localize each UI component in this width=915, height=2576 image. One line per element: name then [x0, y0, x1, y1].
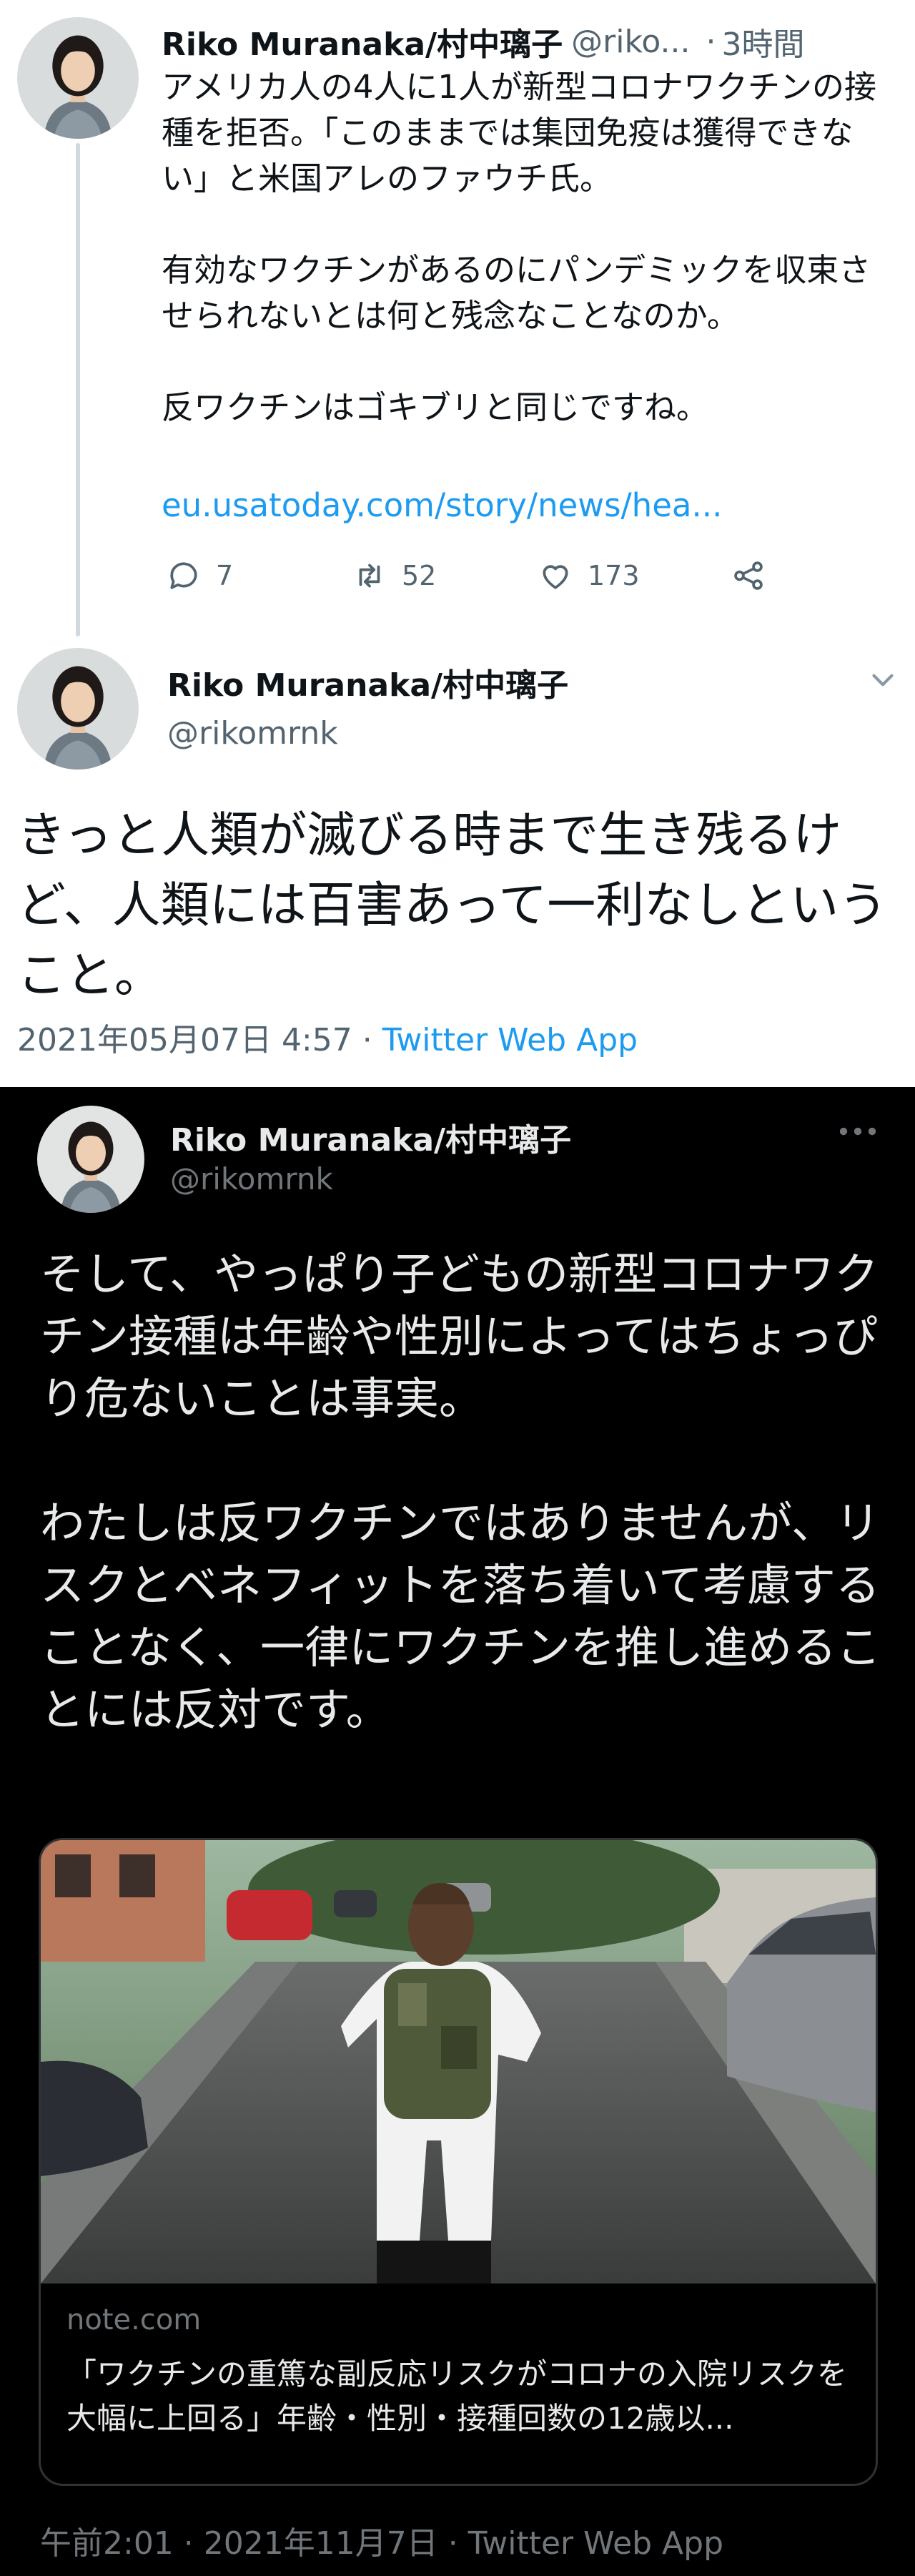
- author-name[interactable]: Riko Muranaka/村中璃子: [167, 659, 568, 705]
- chevron-down-icon[interactable]: [865, 662, 901, 698]
- tweet-meta: 2021年05月07日 4:57 · Twitter Web App: [17, 1014, 638, 1060]
- avatar-image: [17, 648, 139, 770]
- tweet-text: アメリカ人の4人に1人が新型コロナワクチンの接種を拒否。「このままでは集団免疫は…: [162, 64, 891, 431]
- link-card-title: 「ワクチンの重篤な副反応リスクがコロナの入院リスクを大幅に上回る」年齢・性別・接…: [66, 2356, 848, 2436]
- reply-button[interactable]: 7: [166, 554, 233, 597]
- avatar-image: [37, 1106, 144, 1213]
- avatar[interactable]: [17, 17, 139, 139]
- author-handle[interactable]: @rikomrnk: [170, 1161, 333, 1196]
- more-icon[interactable]: [836, 1124, 879, 1139]
- tweet-paragraph: 反ワクチンはゴキブリと同じですね。: [162, 388, 709, 426]
- link-card[interactable]: note.com 「ワクチンの重篤な副反応リスクがコロナの入院リスクを大幅に上回…: [39, 1838, 878, 2486]
- tweet-text: そして、やっぱり子どもの新型コロナワクチン接種は年齢や性別によってはちょっぴり危…: [40, 1243, 905, 1741]
- author-handle[interactable]: @rikomrnk: [167, 715, 338, 752]
- like-count: 173: [588, 560, 640, 591]
- share-icon: [734, 561, 763, 590]
- share-button[interactable]: [731, 554, 781, 597]
- retweet-count: 52: [402, 560, 437, 591]
- tweet-source-app[interactable]: Twitter Web App: [382, 1022, 638, 1058]
- author-name[interactable]: Riko Muranaka/村中璃子: [162, 19, 563, 64]
- tweet-paragraph: 有効なワクチンがあるのにパンデミックを収束させられないとは何と残念なことなのか。: [162, 251, 871, 335]
- retweet-button[interactable]: 52: [352, 554, 436, 597]
- tweet-timestamp[interactable]: 3時間: [721, 19, 804, 64]
- thread-connector-line: [76, 143, 80, 636]
- reply-icon: [170, 562, 197, 589]
- like-button[interactable]: 173: [538, 554, 640, 597]
- tweet-paragraph: アメリカ人の4人に1人が新型コロナワクチンの接種を拒否。「このままでは集団免疫は…: [162, 68, 877, 197]
- dark-tweet: Riko Muranaka/村中璃子 @rikomrnk そして、やっぱり子ども…: [0, 1087, 915, 2576]
- street-photo: [41, 1840, 876, 2284]
- reply-count: 7: [216, 560, 234, 591]
- tweet-date[interactable]: 2021年05月07日 4:57 ·: [17, 1022, 382, 1058]
- link-card-image: [41, 1840, 876, 2284]
- tweet-header: Riko Muranaka/村中璃子 @riko... · 3時間: [162, 19, 804, 64]
- avatar[interactable]: [17, 648, 139, 770]
- tweet-text: きっと人類が滅びる時まで生き残るけど、人類には百害あって一利なしということ。: [17, 807, 888, 1004]
- avatar-image: [17, 17, 139, 139]
- like-icon: [543, 565, 568, 589]
- link-card-domain: note.com: [66, 2304, 202, 2336]
- tweet-link[interactable]: eu.usatoday.com/story/news/hea...: [162, 483, 722, 529]
- light-thread: Riko Muranaka/村中璃子 @riko... · 3時間 アメリカ人の…: [0, 0, 915, 1087]
- tweet-paragraph: わたしは反ワクチンではありませんが、リスクとベネフィットを落ち着いて考慮すること…: [40, 1497, 881, 1736]
- tweet-meta[interactable]: 午前2:01 · 2021年11月7日 · Twitter Web App: [40, 2517, 723, 2563]
- author-handle[interactable]: @riko...: [571, 24, 690, 60]
- retweet-icon: [359, 564, 380, 588]
- separator-dot: ·: [706, 23, 716, 60]
- author-name[interactable]: Riko Muranaka/村中璃子: [170, 1114, 571, 1160]
- avatar[interactable]: [37, 1106, 144, 1213]
- tweet-paragraph: そして、やっぱり子どもの新型コロナワクチン接種は年齢や性別によってはちょっぴり危…: [40, 1248, 879, 1425]
- tweet-actions: 7 52 173: [166, 554, 809, 597]
